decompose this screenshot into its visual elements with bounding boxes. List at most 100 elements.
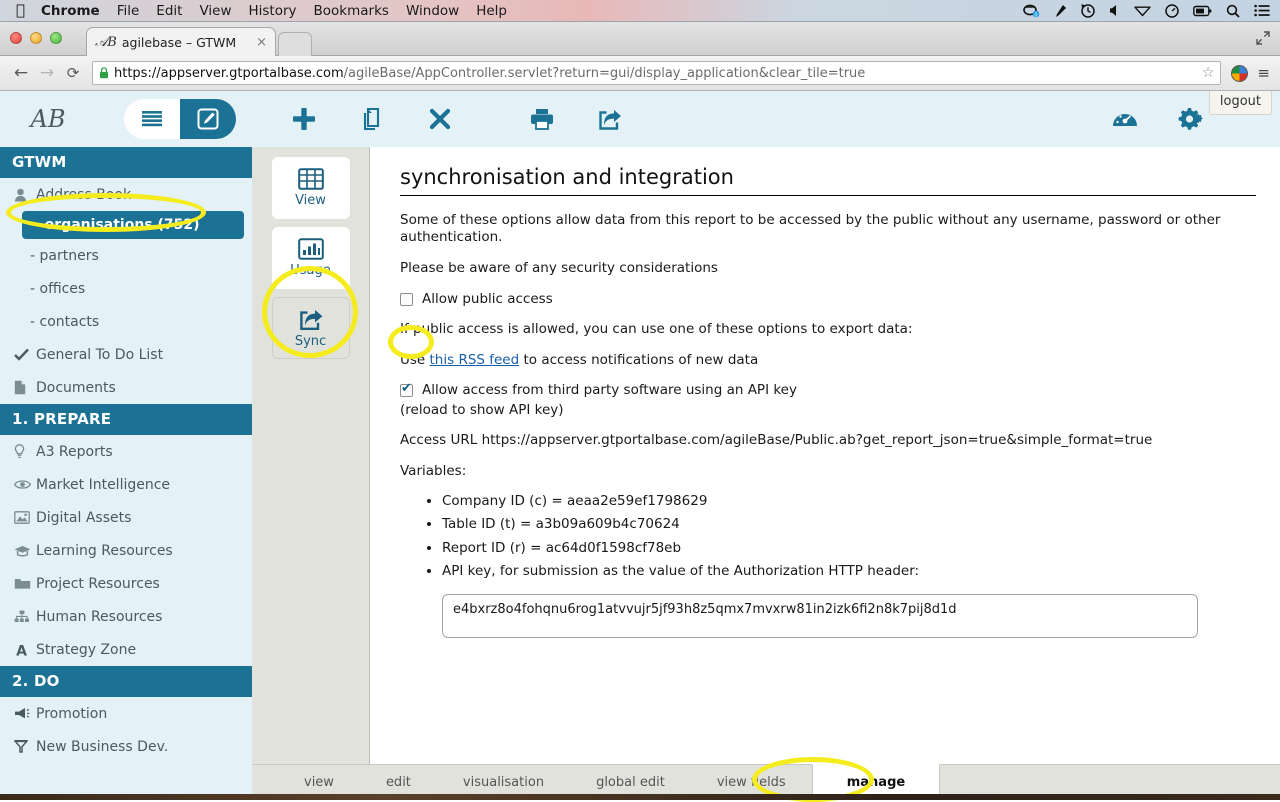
sidebar-section-do: 2. DO [0, 666, 252, 697]
rss-suffix: to access notifications of new data [519, 352, 758, 368]
tab-view[interactable]: View [272, 157, 350, 219]
sidebar-item-address-book[interactable]: Address Book [0, 178, 252, 211]
reload-icon[interactable]: ⟳ [60, 64, 86, 82]
menu-item-window[interactable]: Window [406, 3, 459, 19]
org-chart-icon [14, 610, 36, 623]
url-path: /agileBase/AppController.servlet?return=… [344, 66, 866, 81]
sidebar-item-project-resources[interactable]: Project Resources [0, 567, 252, 600]
folder-icon [14, 577, 36, 590]
sidebar-item-label: General To Do List [36, 347, 163, 363]
url-scheme-domain: https:// [114, 66, 161, 81]
sidebar-item-new-business-dev[interactable]: New Business Dev. [0, 730, 252, 763]
copy-button[interactable] [338, 106, 406, 132]
page-title: synchronisation and integration [400, 165, 1256, 196]
menu-item-history[interactable]: History [249, 3, 297, 19]
clock-icon[interactable] [1165, 4, 1179, 18]
megaphone-icon [14, 707, 36, 720]
zoom-window-button[interactable] [50, 32, 62, 44]
sidebar-item-documents[interactable]: Documents [0, 371, 252, 404]
person-icon [14, 188, 36, 202]
sidebar-item-label: Documents [36, 380, 116, 396]
intro-text: Some of these options allow data from th… [400, 212, 1256, 246]
bar-chart-icon [298, 238, 324, 260]
sidebar: GTWM Address Book - organisations (752) … [0, 147, 252, 800]
agilebase-app: AB [0, 91, 1280, 800]
sidebar-item-learning-resources[interactable]: Learning Resources [0, 534, 252, 567]
logout-button[interactable]: logout [1209, 91, 1272, 115]
volume-icon[interactable] [1109, 4, 1120, 17]
chrome-menu-icon[interactable]: ≡ [1257, 64, 1270, 82]
close-window-button[interactable] [10, 32, 22, 44]
tab-sync[interactable]: Sync [272, 297, 350, 359]
sidebar-item-general-to-do-list[interactable]: General To Do List [0, 338, 252, 371]
sidebar-item-organisations[interactable]: - organisations (752) [22, 211, 244, 239]
allow-public-access-row[interactable]: Allow public access [400, 291, 1256, 307]
allow-public-access-checkbox[interactable] [400, 293, 413, 306]
battery-icon[interactable] [1193, 5, 1212, 17]
spotlight-search-icon[interactable] [1226, 4, 1240, 18]
close-icon[interactable]: × [256, 35, 267, 50]
macos-dock-edge [0, 794, 1280, 800]
api-key-access-row[interactable]: Allow access from third party software u… [400, 382, 1256, 398]
back-icon[interactable]: ← [8, 63, 34, 83]
flashlight-icon[interactable] [1054, 4, 1067, 18]
sidebar-header: GTWM [0, 147, 252, 178]
add-button[interactable] [270, 106, 338, 132]
sidebar-item-label: - contacts [28, 314, 99, 330]
notification-center-icon[interactable] [1254, 4, 1270, 17]
image-icon [14, 511, 36, 524]
agilebase-logo[interactable]: AB [0, 105, 96, 133]
menu-item-file[interactable]: File [117, 3, 140, 19]
sidebar-item-digital-assets[interactable]: Digital Assets [0, 501, 252, 534]
dropbox-icon[interactable]: 0 [1023, 4, 1040, 18]
dashboard-button[interactable] [1092, 107, 1158, 131]
minimize-window-button[interactable] [30, 32, 42, 44]
api-key-access-label: Allow access from third party software u… [422, 382, 797, 398]
edit-view-toggle[interactable] [180, 99, 236, 139]
delete-button[interactable] [406, 107, 474, 131]
apple-icon[interactable]:  [16, 3, 25, 18]
browser-tab[interactable]: 𝒜B agilebase – GTWM × [86, 27, 276, 56]
variable-report-id: Report ID (r) = ac64d0f1598cf78eb [442, 537, 1256, 560]
sidebar-item-promotion[interactable]: Promotion [0, 697, 252, 730]
menu-item-chrome[interactable]: Chrome [41, 3, 100, 19]
wifi-icon[interactable] [1134, 4, 1151, 17]
api-key-textarea[interactable] [442, 594, 1198, 638]
profile-avatar[interactable] [1231, 65, 1248, 82]
sidebar-item-human-resources[interactable]: Human Resources [0, 600, 252, 633]
sidebar-item-partners[interactable]: - partners [0, 239, 252, 272]
menu-item-bookmarks[interactable]: Bookmarks [314, 3, 389, 19]
sidebar-item-label: Market Intelligence [36, 477, 170, 493]
sidebar-item-label: - partners [28, 248, 99, 264]
bookmark-star-icon[interactable]: ☆ [1194, 65, 1215, 81]
variable-company-id: Company ID (c) = aeaa2e59ef1798629 [442, 490, 1256, 513]
export-intro-text: If public access is allowed, you can use… [400, 321, 1256, 338]
variables-label: Variables: [400, 463, 1256, 480]
app-toolbar: AB [0, 91, 1280, 147]
fullscreen-icon[interactable] [1256, 31, 1270, 45]
menu-item-view[interactable]: View [199, 3, 231, 19]
table-grid-icon [298, 168, 324, 190]
document-icon [14, 380, 36, 395]
rss-feed-link[interactable]: this RSS feed [430, 352, 520, 368]
tab-view-label: View [295, 193, 326, 208]
sidebar-item-contacts[interactable]: - contacts [0, 305, 252, 338]
new-tab-button[interactable] [278, 32, 312, 56]
eye-icon [14, 479, 36, 490]
share-button[interactable] [576, 106, 644, 132]
menu-item-help[interactable]: Help [476, 3, 507, 19]
print-button[interactable] [508, 107, 576, 131]
sidebar-item-a3-reports[interactable]: A3 Reports [0, 435, 252, 468]
menu-item-edit[interactable]: Edit [156, 3, 182, 19]
sidebar-item-strategy-zone[interactable]: A Strategy Zone [0, 633, 252, 666]
letter-a-icon: A [14, 643, 36, 657]
address-bar[interactable]: https://appserver.gtportalbase.com/agile… [92, 61, 1221, 85]
api-key-access-checkbox[interactable] [400, 384, 413, 397]
sidebar-item-market-intelligence[interactable]: Market Intelligence [0, 468, 252, 501]
lightbulb-icon [14, 444, 36, 459]
sidebar-item-offices[interactable]: - offices [0, 272, 252, 305]
list-view-toggle[interactable] [124, 99, 180, 139]
forward-icon[interactable]: → [34, 63, 60, 83]
timemachine-icon[interactable] [1081, 4, 1095, 18]
tab-usage[interactable]: Usage [272, 227, 350, 289]
